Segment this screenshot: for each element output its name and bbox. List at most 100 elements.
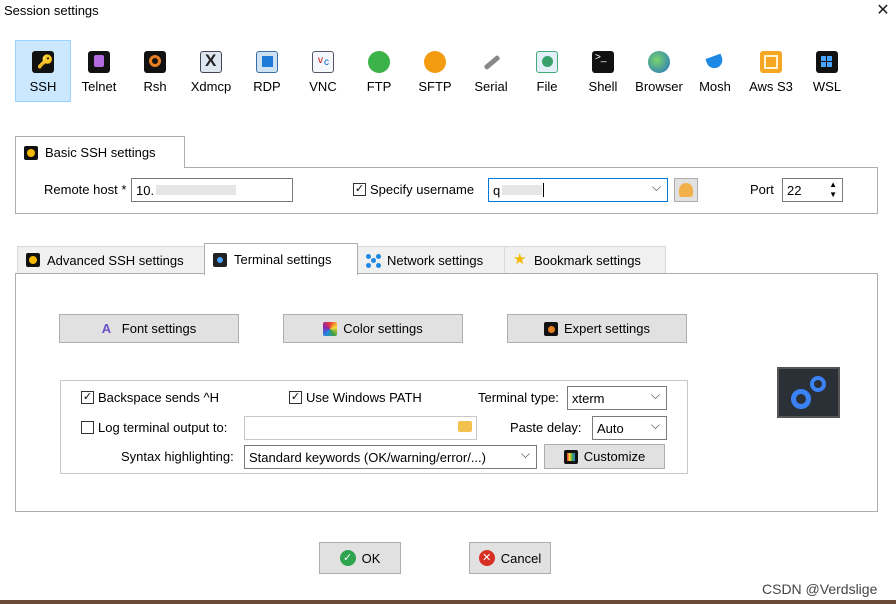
button-label: Expert settings (564, 321, 650, 336)
protocol-ssh[interactable]: 🔑 SSH (15, 40, 71, 102)
redacted-host (156, 185, 237, 195)
watermark: CSDN @Verdslige (762, 581, 878, 597)
use-windows-path-checkbox[interactable]: ✓ Use Windows PATH (289, 390, 422, 405)
protocol-ftp[interactable]: FTP (351, 40, 407, 102)
checkbox-box: ✓ (289, 391, 302, 404)
protocol-sftp[interactable]: SFTP (407, 40, 463, 102)
vnc-icon: vc (312, 51, 334, 73)
cancel-icon: ✕ (478, 550, 495, 566)
check-icon: ✓ (339, 550, 356, 566)
protocol-serial[interactable]: Serial (463, 40, 519, 102)
cancel-button[interactable]: ✕ Cancel (469, 542, 551, 574)
protocol-label: Serial (474, 79, 508, 94)
specify-username-checkbox[interactable]: ✓ Specify username (353, 182, 474, 197)
username-value: q (493, 182, 501, 198)
xdmcp-icon: X (200, 51, 222, 73)
background-strip (0, 600, 896, 604)
expert-settings-button[interactable]: Expert settings (507, 314, 687, 343)
protocol-label: Aws S3 (749, 79, 793, 94)
folder-icon[interactable] (458, 421, 472, 432)
wsl-icon (816, 51, 838, 73)
paste-delay-select[interactable]: Auto (592, 416, 667, 440)
syntax-highlighting-select[interactable]: Standard keywords (OK/warning/error/...) (244, 445, 537, 469)
tab-bookmark-settings[interactable]: ★ Bookmark settings (504, 246, 666, 273)
rdp-icon (256, 51, 278, 73)
serial-icon (480, 51, 502, 73)
syntax-highlighting-value: Standard keywords (OK/warning/error/...) (249, 449, 486, 465)
protocol-label: RDP (253, 79, 281, 94)
protocol-aws-s3[interactable]: Aws S3 (743, 40, 799, 102)
checkbox-box: ✓ (353, 183, 366, 196)
window-title: Session settings (4, 3, 99, 18)
protocol-vnc[interactable]: vc VNC (295, 40, 351, 102)
terminal-options-group: ✓ Backspace sends ^H ✓ Use Windows PATH … (60, 380, 688, 474)
protocol-label: FTP (366, 79, 392, 94)
protocol-file[interactable]: File (519, 40, 575, 102)
log-output-checkbox[interactable]: Log terminal output to: (81, 420, 227, 435)
close-button[interactable]: ✕ (872, 0, 894, 22)
specify-username-label: Specify username (370, 182, 475, 197)
color-settings-button[interactable]: Color settings (283, 314, 463, 343)
browser-icon (648, 51, 670, 73)
customize-button[interactable]: Customize (544, 444, 665, 469)
aws-s3-icon (760, 51, 782, 73)
protocol-label: SSH (29, 79, 57, 94)
port-spinner[interactable]: 22 ▲ ▼ (782, 178, 843, 202)
tab-network-settings[interactable]: Network settings (357, 246, 505, 273)
network-icon (366, 253, 380, 267)
protocol-mosh[interactable]: Mosh (687, 40, 743, 102)
tab-label: Terminal settings (234, 252, 332, 267)
tab-basic-ssh-settings[interactable]: Basic SSH settings (15, 136, 185, 168)
protocol-label: Shell (588, 79, 618, 94)
customize-icon (563, 449, 578, 464)
file-icon (536, 51, 558, 73)
wrench-icon (26, 253, 40, 267)
protocol-label: File (536, 79, 558, 94)
backspace-checkbox[interactable]: ✓ Backspace sends ^H (81, 390, 219, 405)
user-picker-button[interactable] (674, 178, 698, 202)
username-combo[interactable]: q (488, 178, 668, 202)
protocol-telnet[interactable]: Telnet (71, 40, 127, 102)
tab-advanced-ssh-settings[interactable]: Advanced SSH settings (17, 246, 205, 273)
checkbox-box: ✓ (81, 391, 94, 404)
protocol-label: Mosh (699, 79, 731, 94)
protocol-rdp[interactable]: RDP (239, 40, 295, 102)
font-settings-button[interactable]: A Font settings (59, 314, 239, 343)
tab-label: Advanced SSH settings (47, 252, 184, 268)
spinner-arrows-icon[interactable]: ▲ ▼ (829, 180, 837, 200)
tab-terminal-settings[interactable]: Terminal settings (204, 243, 358, 275)
protocol-browser[interactable]: Browser (631, 40, 687, 102)
ok-button[interactable]: ✓ OK (319, 542, 401, 574)
button-label: Font settings (121, 321, 197, 336)
syntax-highlighting-label: Syntax highlighting: (121, 449, 234, 464)
protocol-label: WSL (812, 79, 842, 94)
protocol-label: VNC (309, 79, 337, 94)
log-output-path-input[interactable] (244, 416, 477, 440)
telnet-icon (88, 51, 110, 73)
ssh-key-icon: 🔑 (32, 51, 54, 73)
star-icon: ★ (513, 251, 527, 268)
backspace-label: Backspace sends ^H (98, 390, 219, 405)
protocol-shell[interactable]: >_ Shell (575, 40, 631, 102)
rsh-icon (144, 51, 166, 73)
terminal-type-select[interactable]: xterm (567, 386, 667, 410)
button-label: Cancel (500, 550, 542, 566)
protocol-label: Rsh (143, 79, 167, 94)
protocol-label: Telnet (81, 79, 117, 94)
use-windows-path-label: Use Windows PATH (306, 390, 422, 405)
protocol-xdmcp[interactable]: X Xdmcp (183, 40, 239, 102)
user-icon (679, 183, 693, 197)
remote-host-input[interactable]: 10. (131, 178, 293, 202)
protocol-label: SFTP (418, 79, 452, 94)
terminal-gear-icon (213, 252, 227, 267)
settings-gears-icon (777, 367, 840, 418)
paste-delay-label: Paste delay: (510, 420, 582, 435)
button-label: Customize (583, 449, 646, 464)
sftp-icon (424, 51, 446, 73)
log-output-label: Log terminal output to: (98, 420, 228, 435)
text-caret (543, 183, 545, 197)
protocol-rsh[interactable]: Rsh (127, 40, 183, 102)
mosh-icon (704, 51, 726, 73)
protocol-wsl[interactable]: WSL (799, 40, 855, 102)
checkbox-box (81, 421, 94, 434)
